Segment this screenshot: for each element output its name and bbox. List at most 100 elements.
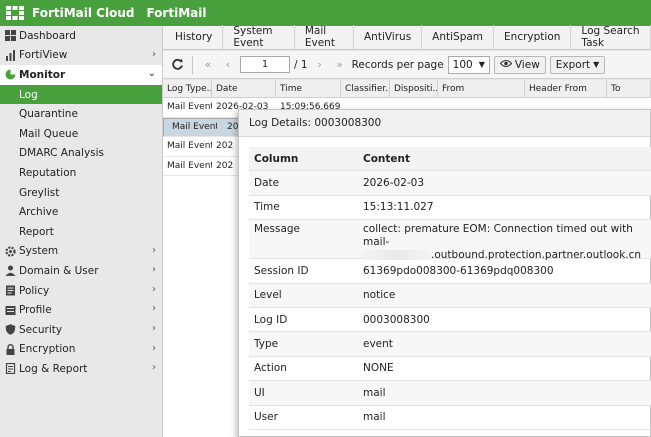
sidebar-item-dmarc-analysis[interactable]: DMARC Analysis [0, 144, 162, 164]
sidebar-item-dashboard[interactable]: Dashboard [0, 26, 162, 46]
cell-log-type: Mail Event [167, 102, 212, 113]
cell-log-type: Mail Event [172, 122, 217, 133]
view-button-label: View [514, 58, 540, 71]
export-button-label: Export [555, 58, 591, 71]
sidebar-item-label: Mail Queue [19, 127, 79, 140]
sidebar-item-domain-user[interactable]: Domain & User › [0, 261, 162, 281]
details-key: Date [254, 177, 280, 190]
lock-icon [4, 343, 17, 356]
details-key: Type [254, 338, 279, 351]
message-line-2: .outbound.protection.partner.outlook.cn [363, 249, 646, 262]
sidebar-item-label: Encryption [19, 343, 76, 356]
details-key: Level [254, 289, 282, 302]
sidebar-item-label: Domain & User [19, 264, 99, 277]
details-value: notice [363, 289, 396, 302]
sidebar: Dashboard FortiView › Monitor ⌄ Log Quar… [0, 26, 163, 437]
column-classifier[interactable]: Classifier... [341, 80, 390, 97]
chevron-right-icon: › [152, 264, 156, 276]
records-per-page-select[interactable]: 100 ▼ [447, 55, 490, 74]
details-header-column: Column [254, 152, 299, 165]
column-from[interactable]: From [438, 80, 525, 97]
sidebar-item-fortiview[interactable]: FortiView › [0, 46, 162, 66]
column-header-from[interactable]: Header From [525, 80, 607, 97]
product-name: FortiMail [146, 6, 207, 20]
details-row-log-id: Log ID 0003008300 [249, 308, 651, 333]
tab-system-event[interactable]: System Event [223, 25, 295, 49]
details-row-session-id: Session ID 61369pdo008300-61369pdq008300 [249, 259, 651, 284]
last-page-icon[interactable]: » [332, 56, 348, 74]
cell-log-type: Mail Event [167, 141, 212, 152]
gear-icon [4, 245, 17, 258]
column-time[interactable]: Time [276, 80, 341, 97]
toolbar-divider [192, 55, 193, 74]
tab-log-search-task[interactable]: Log Search Task [571, 25, 651, 49]
sidebar-item-label: FortiView [19, 49, 68, 62]
sidebar-item-monitor[interactable]: Monitor ⌄ [0, 65, 162, 85]
sidebar-item-label: Archive [19, 206, 59, 219]
next-page-icon[interactable]: › [312, 56, 328, 74]
column-disposition[interactable]: Dispositi... [390, 80, 438, 97]
records-per-page-label: Records per page [351, 58, 444, 71]
sidebar-item-archive[interactable]: Archive [0, 202, 162, 222]
export-button[interactable]: Export ▼ [549, 55, 606, 74]
sidebar-item-security[interactable]: Security › [0, 320, 162, 340]
sidebar-item-reputation[interactable]: Reputation [0, 163, 162, 183]
column-to[interactable]: To [607, 80, 651, 97]
details-row-type: Type event [249, 332, 651, 357]
message-line-1: collect: premature EOM: Connection timed… [363, 223, 633, 249]
details-key: UI [254, 386, 265, 399]
chevron-right-icon: › [152, 322, 156, 334]
sidebar-item-label: Greylist [19, 186, 60, 199]
details-value: 2026-02-03 [363, 177, 425, 190]
sidebar-item-label: Dashboard [19, 29, 76, 42]
sidebar-item-label: System [19, 245, 59, 258]
details-key: Action [254, 362, 287, 375]
tab-mail-event[interactable]: Mail Event [295, 25, 354, 49]
details-row-message: Message collect: premature EOM: Connecti… [249, 220, 651, 262]
view-button[interactable]: View [493, 55, 546, 74]
details-header-content: Content [363, 152, 411, 165]
sidebar-item-policy[interactable]: Policy › [0, 281, 162, 301]
sidebar-item-report[interactable]: Report [0, 222, 162, 242]
sidebar-item-greylist[interactable]: Greylist [0, 183, 162, 203]
sidebar-item-profile[interactable]: Profile › [0, 300, 162, 320]
tab-antivirus[interactable]: AntiVirus [354, 25, 423, 49]
details-row-ui: UI mail [249, 381, 651, 406]
chevron-right-icon: › [152, 342, 156, 354]
details-key: Time [254, 201, 280, 214]
sidebar-item-log[interactable]: Log [0, 84, 162, 105]
profile-icon [4, 304, 17, 317]
grid-header: Log Type... Date Time Classifier... Disp… [163, 80, 651, 98]
tab-history[interactable]: History [163, 25, 224, 49]
sidebar-item-label: Reputation [19, 166, 77, 179]
policy-icon [4, 284, 17, 297]
column-date[interactable]: Date [212, 80, 276, 97]
details-key: Log ID [254, 313, 288, 326]
page-number-input[interactable]: 1 [240, 56, 290, 73]
details-value: NONE [363, 362, 394, 375]
sidebar-item-encryption[interactable]: Encryption › [0, 340, 162, 360]
tab-encryption[interactable]: Encryption [494, 25, 572, 49]
sidebar-item-quarantine[interactable]: Quarantine [0, 104, 162, 124]
log-toolbar: « ‹ 1 / 1 › » Records per page 100 ▼ Vie… [163, 51, 651, 79]
details-value: 15:13:11.027 [363, 201, 434, 214]
brand-name: FortiMail Cloud [32, 6, 135, 20]
log-details-table: Column Content Date 2026-02-03 Time 15:1… [249, 147, 651, 430]
sidebar-item-system[interactable]: System › [0, 242, 162, 262]
tab-antispam[interactable]: AntiSpam [422, 25, 495, 49]
chart-icon [4, 49, 17, 62]
refresh-icon[interactable] [169, 56, 185, 74]
column-log-type[interactable]: Log Type... [163, 80, 212, 97]
chevron-down-icon: ⌄ [147, 68, 156, 80]
sidebar-item-log-report[interactable]: Log & Report › [0, 359, 162, 379]
cell-log-type: Mail Event [167, 160, 212, 171]
sidebar-item-mail-queue[interactable]: Mail Queue [0, 124, 162, 144]
first-page-icon[interactable]: « [200, 56, 216, 74]
monitor-icon [4, 68, 17, 81]
log-details-dialog: Log Details: 0003008300 Column Content D… [238, 109, 651, 437]
details-value: collect: premature EOM: Connection timed… [363, 223, 651, 262]
details-value: mail [363, 411, 386, 424]
previous-page-icon[interactable]: ‹ [220, 56, 236, 74]
details-key: User [254, 411, 278, 424]
chevron-right-icon: › [152, 362, 156, 374]
